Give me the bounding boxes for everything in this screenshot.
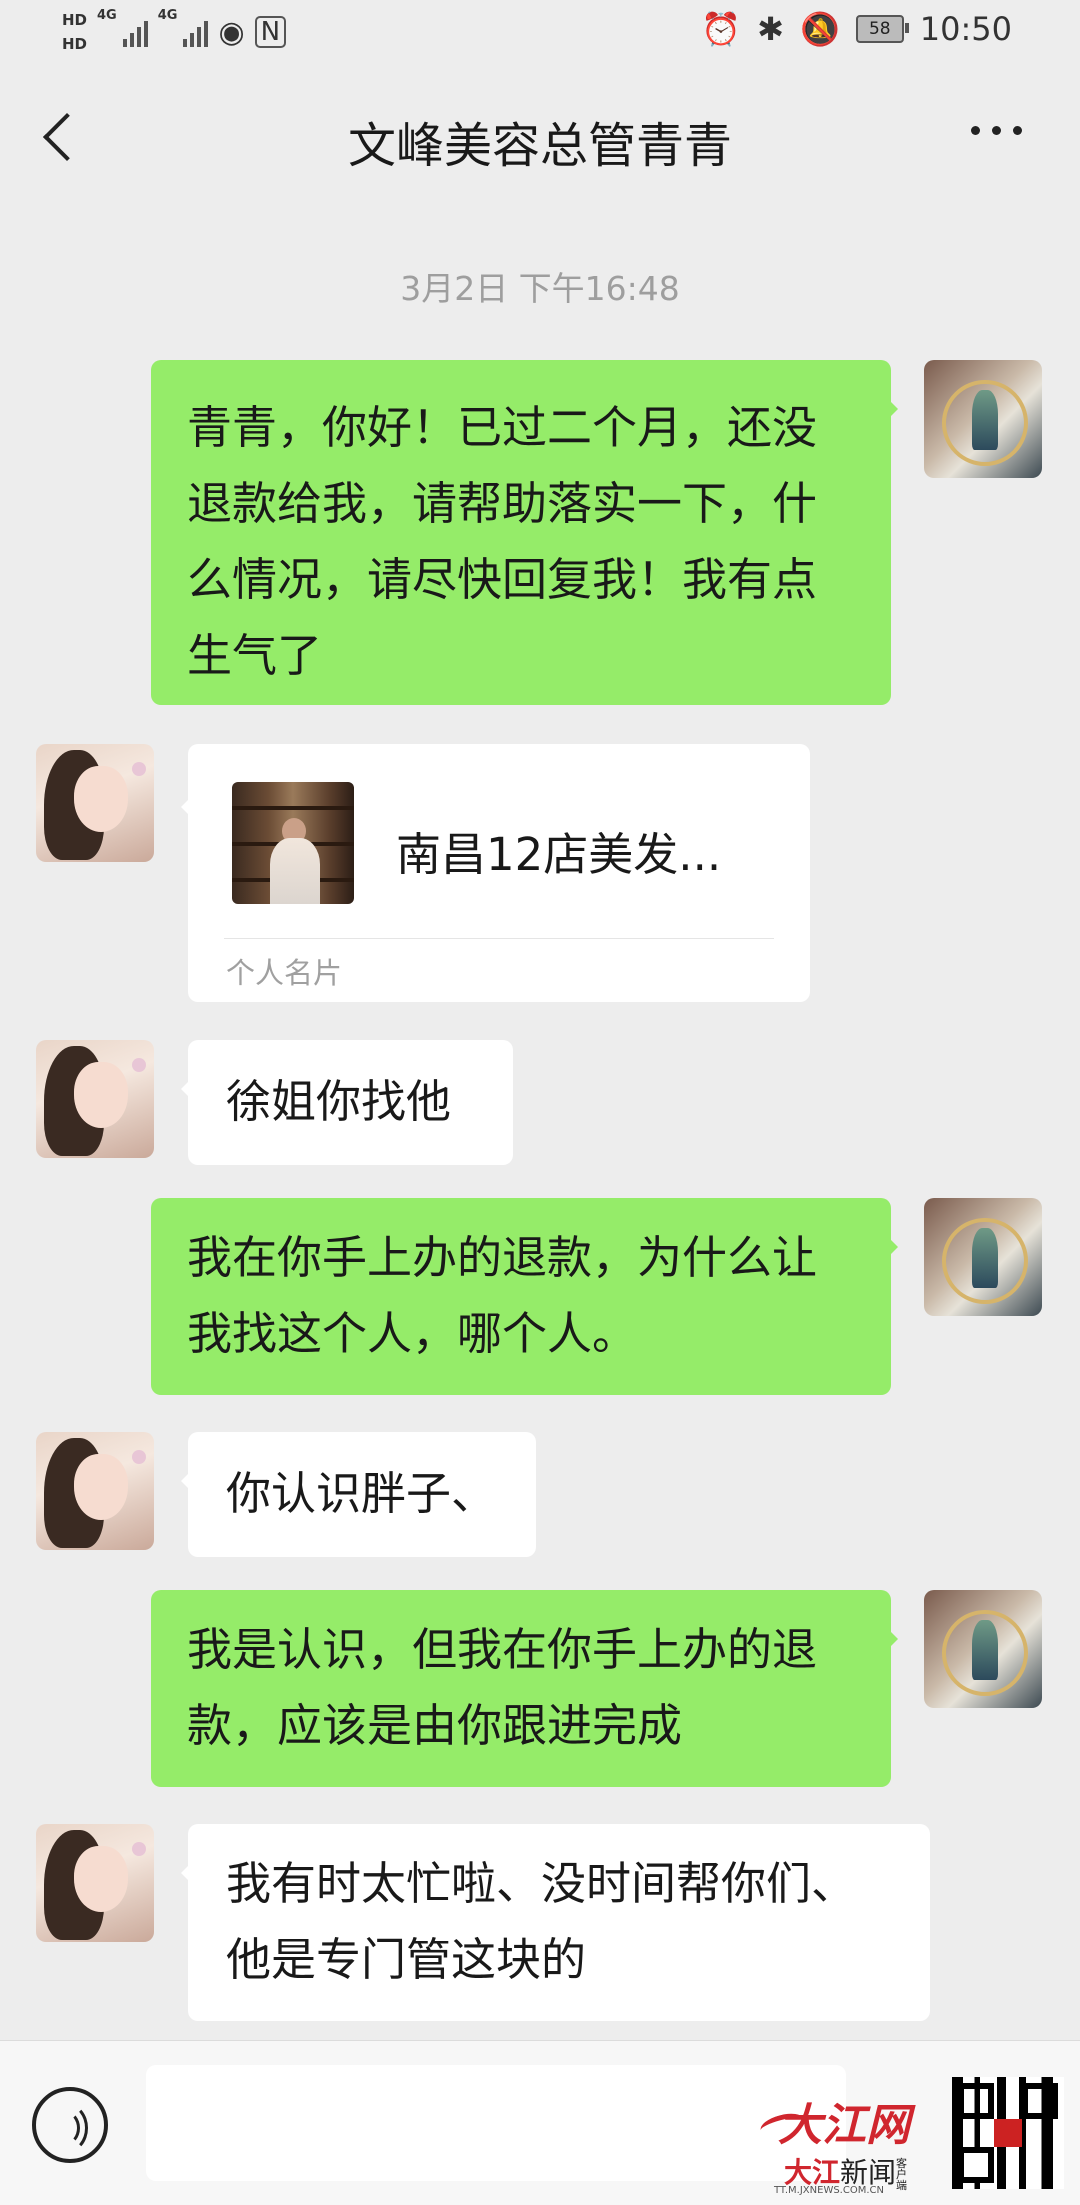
card-name: 南昌12店美发... bbox=[396, 828, 722, 881]
card-photo bbox=[232, 782, 354, 904]
card-divider bbox=[224, 938, 774, 939]
network-type-2: 4G bbox=[157, 8, 178, 23]
input-bar: 大江网 大江新闻客户端 TT.M.JXNEWS.COM.CN bbox=[0, 2040, 1080, 2205]
hd-indicator: HD HD bbox=[62, 8, 87, 56]
message-bubble-sent[interactable]: 我是认识，但我在你手上办的退款，应该是由你跟进完成 bbox=[151, 1590, 898, 1787]
contact-avatar[interactable] bbox=[36, 1432, 154, 1550]
eye-icon: ◉ bbox=[218, 14, 245, 50]
mute-icon: 🔕 bbox=[799, 10, 840, 48]
watermark-title: 大江网 bbox=[778, 2100, 910, 2151]
status-left: HD HD 4G 4G ◉ N bbox=[62, 8, 287, 56]
card-label: 个人名片 bbox=[226, 956, 343, 990]
watermark-sub-c: 客户端 bbox=[896, 2157, 908, 2192]
voice-icon[interactable] bbox=[32, 2087, 108, 2163]
battery-icon: 58 bbox=[855, 15, 909, 43]
message-bubble-sent[interactable]: 青青，你好！已过二个月，还没退款给我，请帮助落实一下，什么情况，请尽快回复我！我… bbox=[151, 360, 898, 705]
my-avatar[interactable] bbox=[924, 1198, 1042, 1316]
hd-label-1: HD bbox=[62, 11, 88, 29]
signal-icon bbox=[122, 17, 148, 47]
message-bubble-received[interactable]: 徐姐你找他 bbox=[181, 1040, 513, 1165]
watermark-logo: 大江网 大江新闻客户端 TT.M.JXNEWS.COM.CN bbox=[758, 2081, 950, 2201]
status-right: ⏰ ✱ 🔕 58 10:50 bbox=[701, 10, 1012, 48]
more-icon[interactable] bbox=[971, 126, 1022, 135]
message-bubble-received[interactable]: 我有时太忙啦、没时间帮你们、他是专门管这块的 bbox=[181, 1824, 930, 2021]
contact-avatar[interactable] bbox=[36, 744, 154, 862]
clock: 10:50 bbox=[919, 10, 1012, 48]
watermark-url: TT.M.JXNEWS.COM.CN bbox=[774, 2185, 884, 2196]
alarm-icon: ⏰ bbox=[701, 10, 742, 48]
contact-avatar[interactable] bbox=[36, 1040, 154, 1158]
my-avatar[interactable] bbox=[924, 1590, 1042, 1708]
my-avatar[interactable] bbox=[924, 360, 1042, 478]
message-bubble-sent[interactable]: 我在你手上办的退款，为什么让我找这个人，哪个人。 bbox=[151, 1198, 898, 1395]
bluetooth-icon: ✱ bbox=[757, 10, 784, 48]
signal-icon-2 bbox=[183, 17, 209, 47]
qr-code-icon bbox=[952, 2077, 1064, 2189]
network-type-1: 4G bbox=[97, 8, 117, 23]
contact-card[interactable]: 南昌12店美发... 个人名片 bbox=[181, 744, 810, 1002]
status-bar: HD HD 4G 4G ◉ N ⏰ ✱ 🔕 58 10:50 bbox=[0, 0, 1080, 66]
contact-avatar[interactable] bbox=[36, 1824, 154, 1942]
chat-title: 文峰美容总管青青 bbox=[347, 118, 732, 174]
message-timestamp: 3月2日 下午16:48 bbox=[400, 269, 680, 308]
nfc-icon: N bbox=[254, 16, 287, 48]
hd-label-2: HD bbox=[62, 35, 88, 53]
message-bubble-received[interactable]: 你认识胖子、 bbox=[181, 1432, 536, 1557]
message-input[interactable] bbox=[146, 2065, 846, 2181]
chat-header: 文峰美容总管青青 bbox=[0, 66, 1080, 212]
